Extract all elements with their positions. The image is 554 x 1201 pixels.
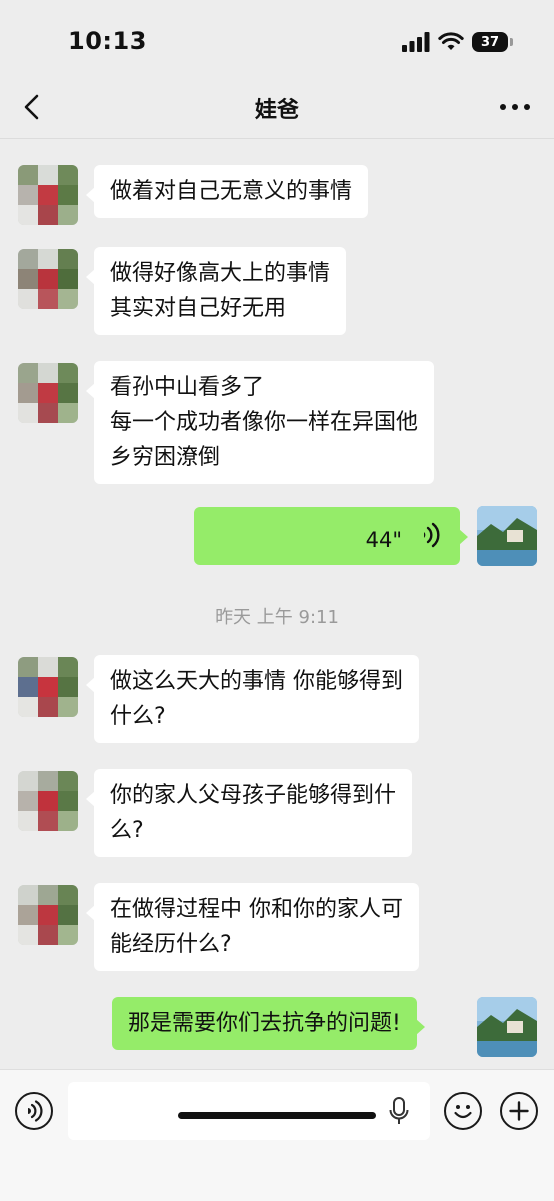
received-message[interactable]: 做着对自己无意义的事情 [85,165,369,218]
voice-wave-icon [424,522,440,548]
message-list[interactable]: 做着对自己无意义的事情 做得好像高大上的事情 其实对自己好无用 看孙中山看多了 … [0,139,554,1069]
home-indicator [178,1112,376,1119]
emoji-button[interactable] [444,1092,482,1130]
status-time: 10:13 [68,27,147,55]
timestamp: 昨天 上午 9:11 [215,607,339,628]
received-message[interactable]: 做这么天大的事情 你能够得到 什么? [86,655,419,743]
contact-avatar[interactable] [18,249,78,309]
message-input[interactable] [68,1082,430,1140]
add-icon [508,1100,529,1121]
status-icons: 37 [402,30,513,54]
input-bar [0,1069,554,1201]
voice-input-button[interactable] [15,1092,53,1130]
chat-title: 娃爸 [254,98,299,123]
chat-header: 娃爸 [0,80,554,139]
contact-avatar[interactable] [18,657,78,717]
contact-avatar[interactable] [18,165,78,225]
voice-input-icon [27,1099,42,1122]
my-avatar[interactable] [477,506,537,566]
signal-icon [402,32,430,52]
contact-avatar[interactable] [18,363,78,423]
received-message[interactable]: 在做得过程中 你和你的家人可 能经历什么? [86,883,419,971]
more-dots-icon[interactable] [498,94,532,120]
my-avatar[interactable] [477,997,537,1057]
sent-message[interactable]: 那是需要你们去抗争的问题! [112,997,425,1050]
voice-message[interactable]: 44" [194,507,468,565]
microphone-icon[interactable] [388,1096,410,1126]
contact-avatar[interactable] [18,771,78,831]
received-message[interactable]: 做得好像高大上的事情 其实对自己好无用 [85,247,347,335]
emoji-icon [453,1104,472,1118]
status-bar: 10:13 37 [0,0,554,80]
voice-duration: 44" [365,528,402,552]
received-message[interactable]: 看孙中山看多了 每一个成功者像你一样在异国他 乡穷困潦倒 [85,361,435,484]
add-button[interactable] [500,1092,538,1130]
battery-indicator: 37 [472,32,513,52]
wifi-icon [438,32,464,50]
received-message[interactable]: 你的家人父母孩子能够得到什 么? [85,769,413,857]
contact-avatar[interactable] [18,885,78,945]
